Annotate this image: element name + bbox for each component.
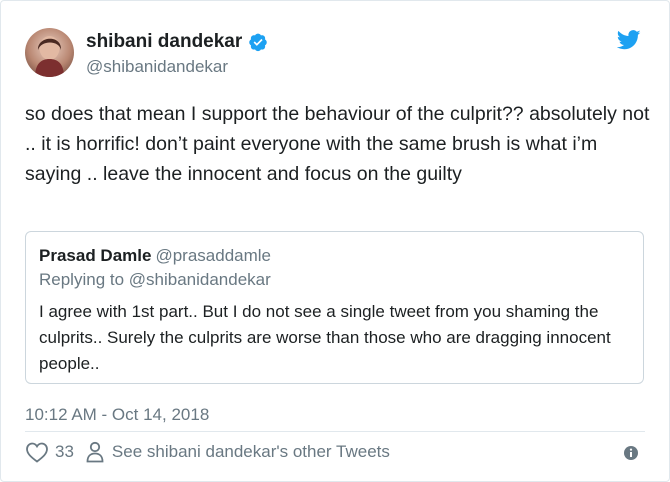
quoted-tweet-header: Prasad Damle @prasaddamle	[39, 246, 271, 266]
heart-icon[interactable]	[25, 441, 49, 463]
tweet-timestamp[interactable]: 10:12 AM - Oct 14, 2018	[25, 405, 209, 425]
twitter-bird-icon[interactable]	[617, 30, 641, 50]
author-name-row: shibani dandekar	[86, 31, 268, 53]
avatar[interactable]	[25, 28, 74, 77]
divider	[25, 431, 645, 432]
embedded-tweet: shibani dandekar @shibanidandekar so doe…	[0, 0, 670, 482]
tweet-text: so does that mean I support the behaviou…	[25, 103, 650, 185]
tweet-actions: 33 See shibani dandekar's other Tweets	[25, 441, 390, 463]
quoted-tweet-text: I agree with 1st part.. But I do not see…	[39, 302, 611, 373]
verified-badge-icon	[249, 33, 268, 52]
like-count[interactable]: 33	[55, 442, 74, 462]
quoted-author-handle: @prasaddamle	[155, 246, 271, 265]
author-handle[interactable]: @shibanidandekar	[86, 57, 228, 77]
author-display-name[interactable]: shibani dandekar	[86, 31, 242, 53]
info-icon[interactable]	[623, 445, 639, 461]
see-other-tweets-link[interactable]: See shibani dandekar's other Tweets	[112, 442, 390, 462]
quoted-tweet-card[interactable]: Prasad Damle @prasaddamle Replying to @sh…	[25, 231, 644, 384]
quoted-author-name: Prasad Damle	[39, 246, 152, 265]
quoted-replying-to: Replying to @shibanidandekar	[39, 270, 271, 289]
person-icon	[86, 441, 104, 463]
